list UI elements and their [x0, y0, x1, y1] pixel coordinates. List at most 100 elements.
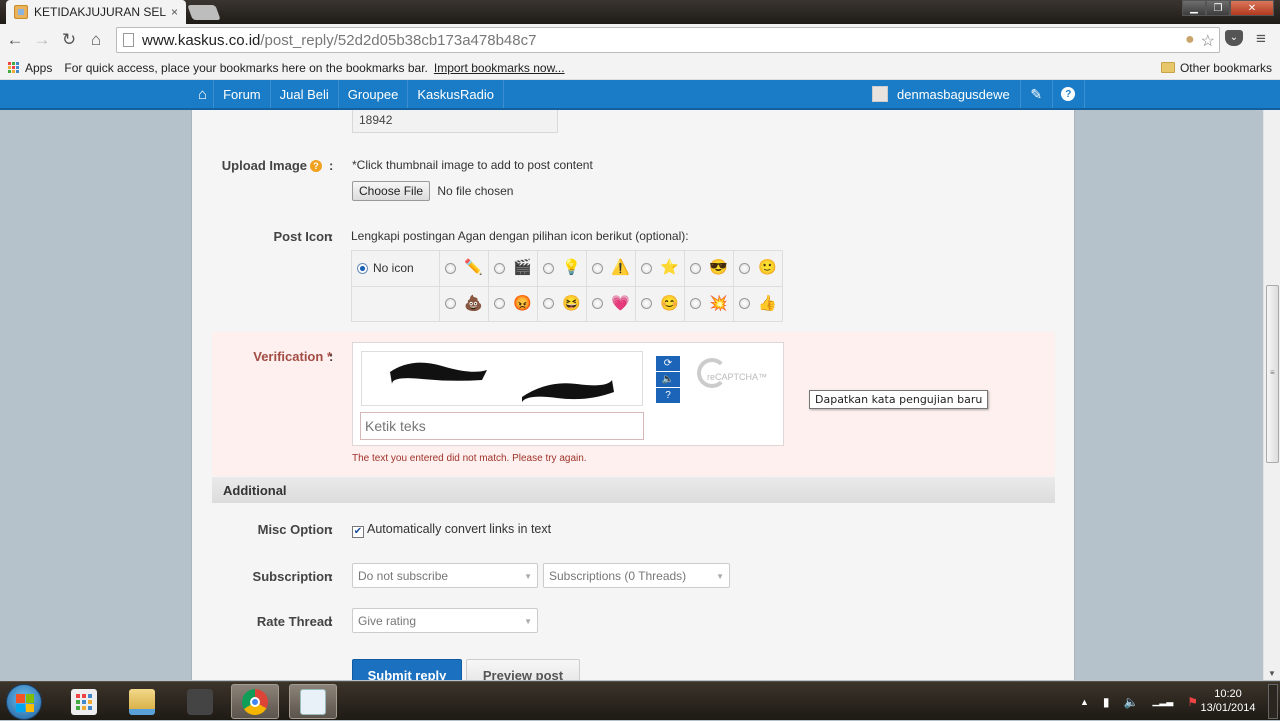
other-bookmarks[interactable]: Other bookmarks [1160, 61, 1272, 75]
url-path: /post_reply/52d2d05b38cb173a478b48c7 [260, 31, 537, 49]
explode-icon[interactable]: 💥 [709, 295, 728, 313]
post-reply-form: 18942 Upload Image? : *Click thumbnail i… [191, 110, 1075, 680]
captcha-distorted-text [390, 362, 614, 402]
taskbar-apps-launcher[interactable] [60, 684, 108, 719]
smile-face-icon[interactable]: 🙂 [758, 259, 777, 277]
bookmark-star-icon[interactable]: ☆ [1201, 31, 1215, 51]
pocket-icon[interactable]: ⌄ [1225, 30, 1243, 46]
network-signal-icon[interactable]: ▁▂▃ [1152, 696, 1173, 707]
chevron-down-icon: ▼ [524, 572, 532, 581]
taskbar-chrome[interactable] [231, 684, 279, 719]
help-icon[interactable]: ? [310, 160, 322, 172]
radio-icon[interactable] [641, 298, 652, 310]
show-hidden-icons-icon[interactable]: ▲ [1080, 697, 1089, 707]
taskbar-app[interactable] [289, 684, 337, 719]
radio-icon[interactable] [543, 262, 554, 274]
show-desktop-button[interactable] [1268, 684, 1278, 719]
cookie-blocked-icon[interactable]: ● [1185, 31, 1195, 51]
chrome-menu-icon[interactable]: ≡ [1256, 29, 1266, 49]
clapperboard-icon[interactable]: 🎬 [513, 259, 532, 277]
choose-file-button[interactable]: Choose File [352, 181, 431, 201]
radio-icon[interactable] [739, 298, 750, 310]
new-tab-button[interactable] [187, 5, 221, 20]
radio-icon[interactable] [445, 298, 456, 310]
no-icon-option[interactable]: No icon [352, 261, 439, 275]
browser-tab[interactable]: KETIDAKJUJURAN SELLER × [6, 0, 186, 24]
maximize-button[interactable]: ❐ [1206, 0, 1230, 16]
user-menu[interactable]: denmasbagusdewe [862, 80, 1021, 108]
radio-icon[interactable] [543, 298, 554, 310]
lightbulb-icon[interactable]: 💡 [562, 259, 581, 277]
radio-icon[interactable] [641, 262, 652, 274]
submit-reply-button[interactable]: Submit reply [352, 659, 462, 680]
tab-close-icon[interactable]: × [171, 5, 178, 19]
browser-tab-strip: KETIDAKJUJURAN SELLER × ▁ ❐ ✕ [0, 0, 1280, 24]
system-clock[interactable]: 10:20 13/01/2014 [1195, 687, 1261, 715]
pencil-icon[interactable]: ✏️ [464, 259, 483, 277]
minimize-button[interactable]: ▁ [1182, 0, 1206, 16]
radio-icon[interactable] [739, 262, 750, 274]
subscription-select[interactable]: Do not subscribe ▼ [352, 563, 538, 588]
warning-icon[interactable]: ⚠️ [611, 259, 630, 277]
reload-button[interactable]: ↻ [57, 28, 81, 52]
taskbar-steam[interactable] [176, 684, 224, 719]
angry-face-icon[interactable]: 😡 [513, 295, 532, 313]
radio-icon[interactable] [494, 262, 505, 274]
heart-icon[interactable]: 💗 [611, 295, 630, 313]
forward-button[interactable]: → [30, 28, 54, 52]
apps-shortcut[interactable]: Apps [8, 61, 52, 75]
help-button[interactable]: ? [1053, 80, 1085, 108]
system-tray: ▲ ▮ 🔈 ▁▂▃ ⚑ [1080, 682, 1198, 721]
tab-title: KETIDAKJUJURAN SELLER [34, 5, 167, 19]
radio-icon[interactable] [592, 262, 603, 274]
subscription-folder-select[interactable]: Subscriptions (0 Threads) ▼ [543, 563, 730, 588]
blush-face-icon[interactable]: 😊 [660, 295, 679, 313]
radio-icon[interactable] [690, 262, 701, 274]
page-scrollbar[interactable]: ≡ ▼ [1263, 110, 1280, 680]
close-window-button[interactable]: ✕ [1230, 0, 1274, 16]
radio-icon[interactable] [494, 298, 505, 310]
star-icon[interactable]: ⭐ [660, 259, 679, 277]
address-bar[interactable]: www.kaskus.co.id/post_reply/52d2d05b38cb… [116, 27, 1220, 53]
captcha-image [361, 351, 643, 406]
auto-links-checkbox[interactable]: ✔ [352, 526, 364, 538]
radio-icon[interactable] [592, 298, 603, 310]
home-button[interactable]: ⌂ [84, 28, 108, 52]
back-button[interactable]: ← [3, 28, 27, 52]
post-icon-label: Post Icon [273, 229, 332, 244]
pencil-icon[interactable]: ✎ [1021, 80, 1053, 108]
scroll-down-arrow[interactable]: ▼ [1268, 669, 1276, 678]
nav-jual-beli[interactable]: Jual Beli [271, 80, 339, 108]
captcha-help-icon[interactable]: ? [656, 388, 680, 403]
nav-kaskusradio[interactable]: KaskusRadio [408, 80, 504, 108]
chevron-down-icon: ▼ [524, 617, 532, 626]
page-icon [123, 33, 134, 47]
poop-icon[interactable]: 💩 [464, 295, 483, 313]
thumbs-up-icon[interactable]: 👍 [758, 295, 777, 313]
radio-icon[interactable] [445, 262, 456, 274]
volume-icon[interactable]: 🔈 [1124, 695, 1139, 709]
refresh-captcha-icon[interactable]: ⟳ [656, 356, 680, 371]
start-button[interactable] [6, 684, 42, 720]
cool-face-icon[interactable]: 😎 [709, 259, 728, 277]
import-bookmarks-link[interactable]: Import bookmarks now... [434, 61, 565, 75]
site-navbar: ⌂ Forum Jual Beli Groupee KaskusRadio de… [0, 80, 1280, 110]
apps-label: Apps [25, 60, 53, 75]
radio-icon[interactable] [690, 298, 701, 310]
audio-captcha-icon[interactable]: 🔈 [656, 372, 680, 387]
scrollbar-thumb[interactable]: ≡ [1266, 285, 1279, 463]
nav-groupee[interactable]: Groupee [339, 80, 409, 108]
tooltip: Dapatkan kata pengujian baru [809, 390, 989, 409]
nav-forum[interactable]: Forum [214, 80, 271, 108]
captcha-input[interactable] [360, 412, 644, 440]
taskbar-explorer[interactable] [118, 684, 166, 719]
home-icon[interactable]: ⌂ [192, 80, 215, 108]
laugh-face-icon[interactable]: 😆 [562, 295, 581, 313]
rate-thread-select[interactable]: Give rating ▼ [352, 608, 538, 633]
url-host: www.kaskus.co.id [142, 31, 261, 49]
power-icon[interactable]: ▮ [1103, 695, 1110, 709]
radio-no-icon[interactable] [357, 262, 368, 274]
preview-post-button[interactable]: Preview post [466, 659, 580, 680]
colon: : [329, 569, 334, 584]
colon: : [329, 229, 334, 244]
